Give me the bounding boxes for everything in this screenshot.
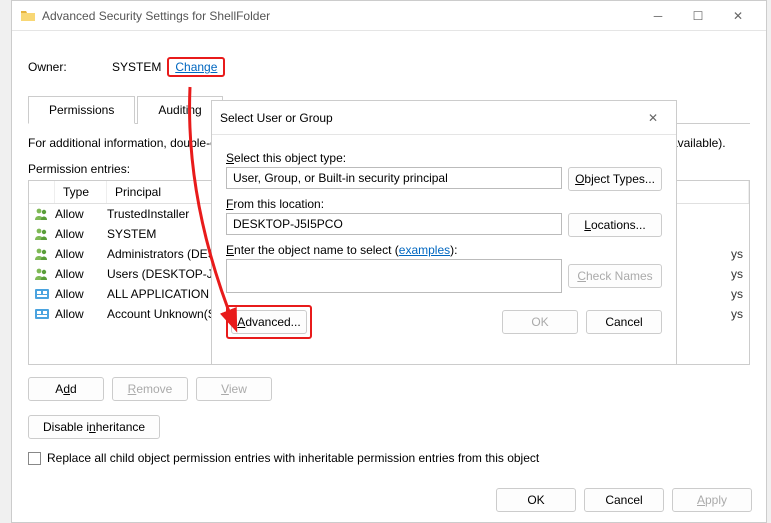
entry-suffix: ys [731,267,743,281]
advanced-highlight: Advanced... [226,305,312,339]
ok-button[interactable]: OK [496,488,576,512]
modal-close-button[interactable]: ✕ [638,103,668,133]
grid-header-icon [29,181,55,203]
users-icon [33,206,51,222]
grid-buttons: Add Remove View [28,377,750,401]
tab-auditing[interactable]: Auditing [137,96,222,124]
owner-label: Owner: [28,60,112,74]
folder-icon [20,8,36,24]
select-user-group-dialog: Select User or Group ✕ Select this objec… [211,100,677,365]
entry-type: Allow [55,207,107,221]
object-type-label: Select this object type: [226,151,662,165]
modal-title: Select User or Group [220,111,638,125]
modal-footer: Advanced... OK Cancel [226,305,662,339]
maximize-button[interactable]: ☐ [678,1,718,31]
window-controls: ─ ☐ ✕ [638,1,758,31]
replace-all-row: Replace all child object permission entr… [28,451,750,465]
users-icon [33,226,51,242]
entry-suffix: ys [731,247,743,261]
entry-suffix: ys [731,307,743,321]
inheritance-row: Disable inheritance [28,415,750,439]
owner-value: SYSTEM [112,60,161,74]
entry-type: Allow [55,267,107,281]
apply-button: Apply [672,488,752,512]
advanced-button[interactable]: Advanced... [231,310,307,334]
disable-inheritance-button[interactable]: Disable inheritance [28,415,160,439]
minimize-button[interactable]: ─ [638,1,678,31]
entry-type: Allow [55,247,107,261]
modal-footer-right: OK Cancel [502,310,662,334]
view-button: View [196,377,272,401]
main-footer: OK Cancel Apply [496,488,752,512]
object-types-button[interactable]: Object Types... [568,167,662,191]
modal-content: Select this object type: User, Group, or… [212,135,676,349]
close-button[interactable]: ✕ [718,1,758,31]
location-row: DESKTOP-J5I5PCO Locations... [226,213,662,237]
enter-name-label: Enter the object name to select (example… [226,243,662,257]
location-label: From this location: [226,197,662,211]
object-type-row: User, Group, or Built-in security princi… [226,167,662,191]
add-button[interactable]: Add [28,377,104,401]
change-link-highlight: Change [167,57,225,77]
window-title: Advanced Security Settings for ShellFold… [42,9,638,23]
package-icon [33,306,51,322]
modal-titlebar: Select User or Group ✕ [212,101,676,135]
entry-suffix: ys [731,287,743,301]
package-icon [33,286,51,302]
modal-cancel-button[interactable]: Cancel [586,310,662,334]
check-names-button: Check Names [568,264,662,288]
owner-row: Owner: SYSTEM Change [28,57,750,77]
remove-button: Remove [112,377,188,401]
enter-name-row: Check Names [226,259,662,293]
location-field[interactable]: DESKTOP-J5I5PCO [226,213,562,235]
replace-all-checkbox[interactable] [28,452,41,465]
locations-button[interactable]: Locations... [568,213,662,237]
tab-permissions[interactable]: Permissions [28,96,135,124]
object-name-input[interactable] [226,259,562,293]
users-icon [33,266,51,282]
grid-header-type[interactable]: Type [55,181,107,203]
entry-type: Allow [55,287,107,301]
replace-all-label: Replace all child object permission entr… [47,451,539,465]
entry-type: Allow [55,227,107,241]
cancel-button[interactable]: Cancel [584,488,664,512]
modal-ok-button: OK [502,310,578,334]
main-titlebar: Advanced Security Settings for ShellFold… [12,1,766,31]
users-icon [33,246,51,262]
object-type-field[interactable]: User, Group, or Built-in security princi… [226,167,562,189]
entry-type: Allow [55,307,107,321]
examples-link[interactable]: examples [399,243,450,257]
change-owner-link[interactable]: Change [173,59,219,75]
